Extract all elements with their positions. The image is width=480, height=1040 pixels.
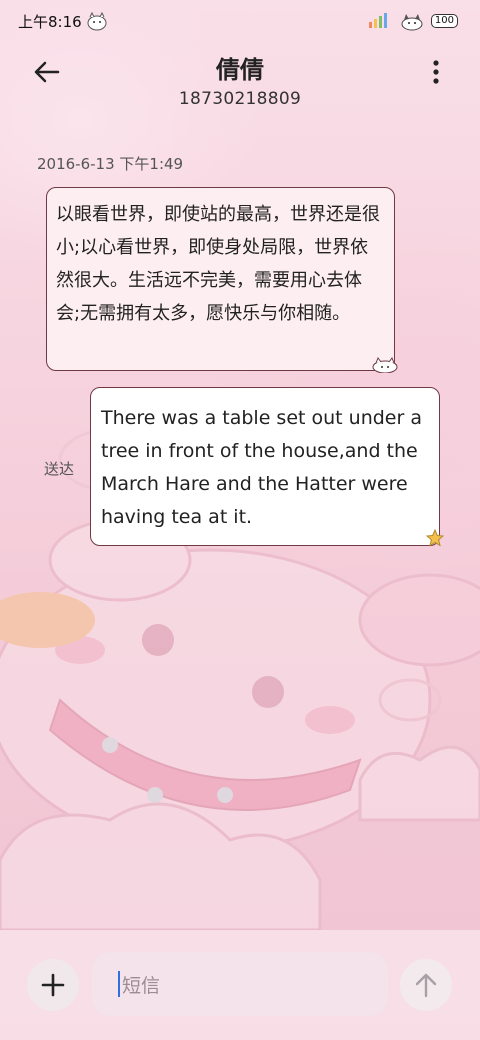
pet-avatar-icon [87, 11, 107, 31]
outgoing-message-bubble[interactable]: There was a table set out under a tree i… [90, 387, 440, 546]
phone-number: 18730218809 [178, 89, 302, 109]
more-vertical-icon [433, 60, 439, 84]
composer-bar: 短信 [0, 930, 480, 1040]
status-indicators: 100 [367, 11, 458, 31]
message-input-placeholder: 短信 [122, 974, 161, 997]
conversation-header: 倩倩 18730218809 [0, 44, 480, 114]
text-cursor [118, 971, 120, 997]
message-input[interactable]: 短信 [92, 952, 388, 1016]
battery-indicator: 100 [430, 14, 458, 28]
send-button[interactable] [400, 959, 452, 1011]
clock-text: 上午8:16 [18, 12, 82, 31]
outgoing-message-text: There was a table set out under a tree i… [101, 407, 422, 528]
signal-icon [368, 13, 387, 28]
add-attachment-button[interactable] [27, 959, 79, 1011]
message-timestamp: 2016-6-13 下午1:49 [37, 155, 184, 173]
arrow-up-icon [415, 973, 437, 998]
status-time: 上午8:16 [18, 11, 108, 32]
incoming-message-text: 以眼看世界，即使站的最高，世界还是很小;以心看世界，即使身处局限，世界依然很大。… [56, 204, 380, 324]
delivery-status: 送达 [44, 460, 75, 478]
status-bar: 上午8:16 100 [0, 0, 480, 42]
incoming-message-bubble[interactable]: 以眼看世界，即使站的最高，世界还是很小;以心看世界，即使身处局限，世界依然很大。… [46, 187, 395, 371]
contact-name: 倩倩 [216, 56, 264, 84]
cat-icon [401, 14, 423, 31]
star-sticker-icon [426, 529, 444, 547]
plus-icon [41, 973, 65, 997]
contact-info: 倩倩 18730218809 [0, 50, 480, 109]
more-options-button[interactable] [420, 54, 452, 90]
cat-sticker-icon [372, 357, 398, 373]
